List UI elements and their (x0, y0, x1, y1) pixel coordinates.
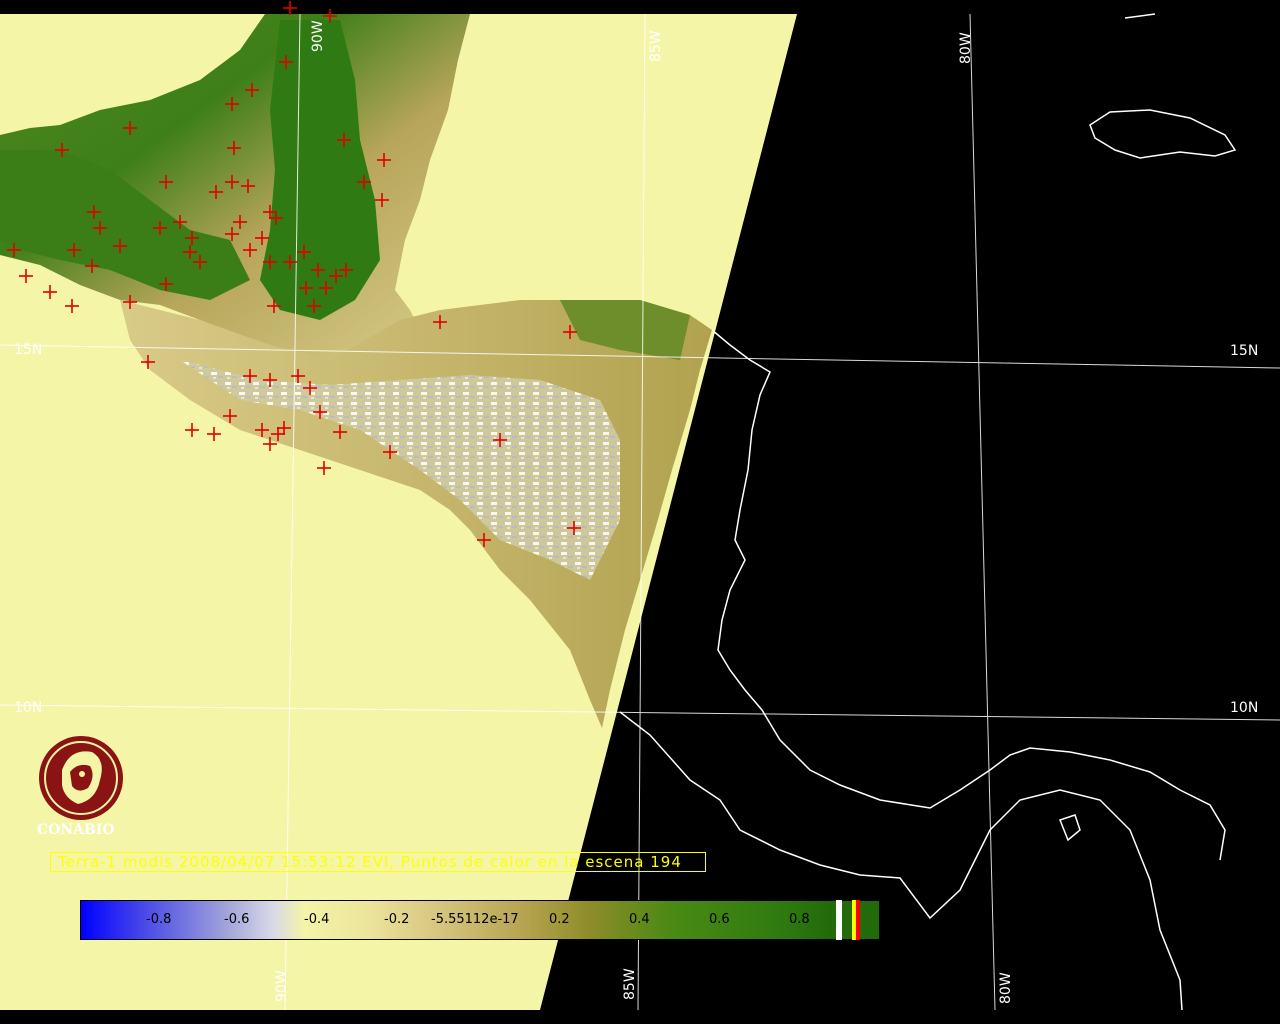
scene-caption: Terra-1 modis 2008/04/07 15:53:12 EVI, P… (58, 853, 682, 871)
conabio-logo-text: CONABIO (37, 822, 115, 838)
lat-label-15n-left: 15N (14, 342, 42, 358)
lon-label-90w-top: 90W (310, 20, 326, 52)
lat-label-10n-right: 10N (1230, 700, 1258, 716)
lon-label-80w-top: 80W (958, 32, 974, 64)
colorbar-fire-swatch (856, 900, 860, 940)
colorbar-tick: -0.8 (146, 912, 172, 927)
lon-label-85w-bottom: 85W (622, 968, 638, 1000)
colorbar-tick: -5.55112e-17 (431, 912, 519, 927)
lon-label-85w-top: 85W (648, 30, 664, 62)
colorbar-tick: 0.6 (709, 912, 730, 927)
colorbar-tick: -0.2 (384, 912, 410, 927)
colorbar-tick: 0.4 (629, 912, 650, 927)
colorbar-cloud-swatch (836, 900, 842, 940)
lon-label-90w-bottom: 90W (274, 970, 290, 1002)
colorbar-tick: 0.2 (549, 912, 570, 927)
lat-label-15n-right: 15N (1230, 343, 1258, 359)
colorbar-tick: -0.6 (224, 912, 250, 927)
conabio-logo-icon (39, 736, 123, 820)
colorbar-tick: 0.8 (789, 912, 810, 927)
lat-label-10n-left: 10N (14, 700, 42, 716)
colorbar-tick: -0.4 (304, 912, 330, 927)
lon-label-80w-bottom: 80W (998, 972, 1014, 1004)
